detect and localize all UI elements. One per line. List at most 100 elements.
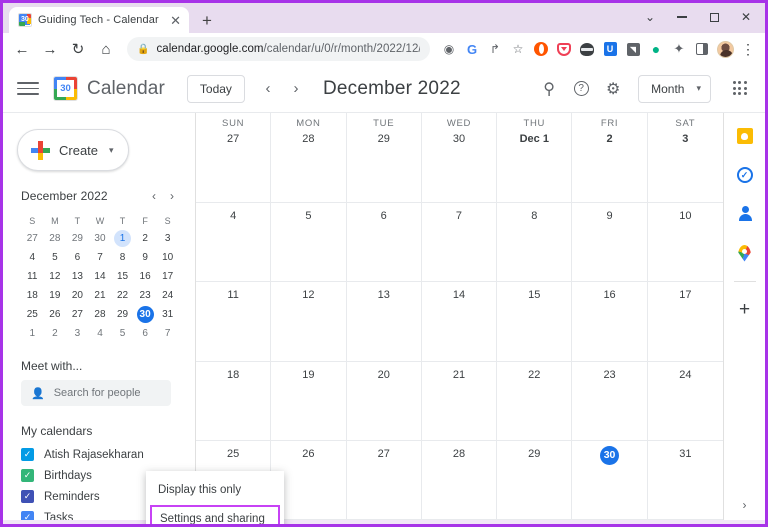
day-number[interactable]: 17 bbox=[679, 287, 691, 304]
previous-period-icon[interactable]: ‹ bbox=[255, 76, 281, 102]
mini-day-cell[interactable]: 18 bbox=[24, 287, 41, 304]
calendar-day-cell[interactable]: 23 bbox=[572, 361, 648, 441]
mini-day-cell[interactable]: 13 bbox=[69, 268, 86, 285]
day-number[interactable]: 30 bbox=[453, 131, 465, 148]
calendar-day-cell[interactable]: 22 bbox=[497, 361, 573, 441]
profile-avatar[interactable] bbox=[714, 37, 736, 61]
main-menu-icon[interactable] bbox=[17, 78, 39, 100]
puzzle-extensions-icon[interactable]: ✦ bbox=[668, 37, 690, 61]
tab-search-chevron-icon[interactable]: ⌄ bbox=[635, 5, 665, 29]
mini-day-cell[interactable]: 1 bbox=[24, 325, 41, 342]
calendar-day-cell[interactable]: 12 bbox=[271, 282, 347, 362]
calendar-day-cell[interactable]: 13 bbox=[346, 282, 422, 362]
calendar-day-cell[interactable]: 30 bbox=[572, 440, 648, 520]
mini-day[interactable]: 21 bbox=[89, 286, 112, 305]
mini-day[interactable]: 3 bbox=[156, 229, 179, 248]
day-number[interactable]: 4 bbox=[230, 208, 236, 225]
mini-day[interactable]: 30 bbox=[89, 229, 112, 248]
close-window-button[interactable]: ✕ bbox=[731, 5, 761, 29]
day-number[interactable]: 2 bbox=[607, 131, 613, 148]
mini-day-cell[interactable]: 30 bbox=[91, 230, 108, 247]
mini-day[interactable]: 3 bbox=[66, 324, 89, 343]
mini-day[interactable]: 18 bbox=[21, 286, 44, 305]
calendar-day-cell[interactable]: 6 bbox=[346, 203, 422, 283]
share-icon[interactable]: ↱ bbox=[484, 37, 506, 61]
day-number[interactable]: 25 bbox=[227, 446, 239, 463]
mini-day[interactable]: 10 bbox=[156, 248, 179, 267]
mini-day-cell[interactable]: 27 bbox=[69, 306, 86, 323]
calendar-day-cell[interactable]: 16 bbox=[572, 282, 648, 362]
my-calendar-item[interactable]: ✓ Atish Rajasekharan bbox=[3, 444, 195, 465]
mini-day[interactable]: 27 bbox=[66, 305, 89, 324]
day-number[interactable]: 3 bbox=[682, 131, 688, 148]
calendar-day-cell[interactable]: 31 bbox=[647, 441, 723, 520]
day-number[interactable]: Dec 1 bbox=[520, 131, 549, 148]
mini-day[interactable]: 27 bbox=[21, 229, 44, 248]
new-tab-button[interactable]: + bbox=[197, 12, 217, 29]
mini-day-cell[interactable]: 1 bbox=[114, 230, 132, 247]
calendar-day-cell[interactable]: TUE 29 bbox=[346, 113, 422, 203]
mini-day-cell[interactable]: 14 bbox=[91, 268, 108, 285]
calendar-day-cell[interactable]: 17 bbox=[647, 282, 723, 362]
google-apps-icon[interactable] bbox=[725, 74, 755, 104]
mini-day-cell[interactable]: 9 bbox=[137, 249, 154, 266]
calendar-day-cell[interactable]: 21 bbox=[421, 361, 498, 441]
mini-day-cell[interactable]: 6 bbox=[69, 249, 86, 266]
home-icon[interactable]: ⌂ bbox=[93, 36, 119, 62]
mini-day-cell[interactable]: 28 bbox=[91, 306, 108, 323]
day-number[interactable]: 18 bbox=[227, 367, 239, 384]
mini-day-cell[interactable]: 30 bbox=[136, 306, 154, 323]
calendar-day-cell[interactable]: 18 bbox=[196, 361, 272, 441]
day-number[interactable]: 26 bbox=[302, 446, 314, 463]
mini-day[interactable]: 29 bbox=[111, 305, 134, 324]
day-number[interactable]: 24 bbox=[679, 367, 691, 384]
opera-extension-icon[interactable] bbox=[530, 37, 552, 61]
day-number[interactable]: 28 bbox=[302, 131, 314, 148]
calendar-checkbox[interactable]: ✓ bbox=[21, 511, 34, 520]
mini-day[interactable]: 9 bbox=[134, 248, 157, 267]
mini-day-cell[interactable]: 25 bbox=[24, 306, 41, 323]
google-icon[interactable]: G bbox=[461, 37, 483, 61]
mini-day-cell[interactable]: 29 bbox=[114, 306, 131, 323]
today-button[interactable]: Today bbox=[186, 74, 245, 103]
day-number[interactable]: 29 bbox=[378, 131, 390, 148]
mini-next-month-icon[interactable]: › bbox=[163, 187, 181, 205]
mini-day-cell[interactable]: 27 bbox=[24, 230, 41, 247]
mini-day-cell[interactable]: 12 bbox=[46, 268, 63, 285]
mini-day[interactable]: 1 bbox=[111, 229, 134, 248]
mini-day[interactable]: 28 bbox=[89, 305, 112, 324]
expand-panel-icon[interactable]: › bbox=[743, 498, 747, 512]
calendar-day-cell[interactable]: SAT 3 bbox=[647, 113, 723, 203]
day-number[interactable]: 23 bbox=[603, 367, 615, 384]
chrome-menu-icon[interactable]: ⋮ bbox=[737, 37, 759, 61]
day-number[interactable]: 28 bbox=[453, 446, 465, 463]
search-for-people-input[interactable]: 👤 Search for people bbox=[21, 380, 171, 406]
calendar-day-cell[interactable]: WED 30 bbox=[421, 113, 498, 203]
mini-day[interactable]: 25 bbox=[21, 305, 44, 324]
day-number[interactable]: 10 bbox=[679, 208, 691, 225]
calendar-day-cell[interactable]: 27 bbox=[346, 440, 422, 520]
mini-day[interactable]: 28 bbox=[44, 229, 67, 248]
mini-day-cell[interactable]: 22 bbox=[114, 287, 131, 304]
mini-day[interactable]: 30 bbox=[134, 305, 157, 324]
mini-day-cell[interactable]: 4 bbox=[24, 249, 41, 266]
maps-icon[interactable] bbox=[734, 242, 756, 264]
mini-day[interactable]: 7 bbox=[156, 324, 179, 343]
mini-day-cell[interactable]: 29 bbox=[69, 230, 86, 247]
mini-day-cell[interactable]: 6 bbox=[137, 325, 154, 342]
mini-day[interactable]: 19 bbox=[44, 286, 67, 305]
minimize-button[interactable] bbox=[667, 5, 697, 29]
mini-day-cell[interactable]: 28 bbox=[46, 230, 63, 247]
next-period-icon[interactable]: › bbox=[283, 76, 309, 102]
settings-and-sharing-menu-item[interactable]: Settings and sharing bbox=[150, 505, 280, 524]
day-number[interactable]: 13 bbox=[378, 287, 390, 304]
mini-day-cell[interactable]: 7 bbox=[91, 249, 108, 266]
search-icon[interactable]: ⚲ bbox=[534, 74, 564, 104]
day-number[interactable]: 7 bbox=[456, 208, 462, 225]
mini-day[interactable]: 24 bbox=[156, 286, 179, 305]
mini-day[interactable]: 1 bbox=[21, 324, 44, 343]
mini-day-cell[interactable]: 3 bbox=[159, 230, 176, 247]
add-addon-icon[interactable]: + bbox=[734, 298, 756, 320]
side-panel-icon[interactable] bbox=[691, 37, 713, 61]
day-number[interactable]: 15 bbox=[528, 287, 540, 304]
